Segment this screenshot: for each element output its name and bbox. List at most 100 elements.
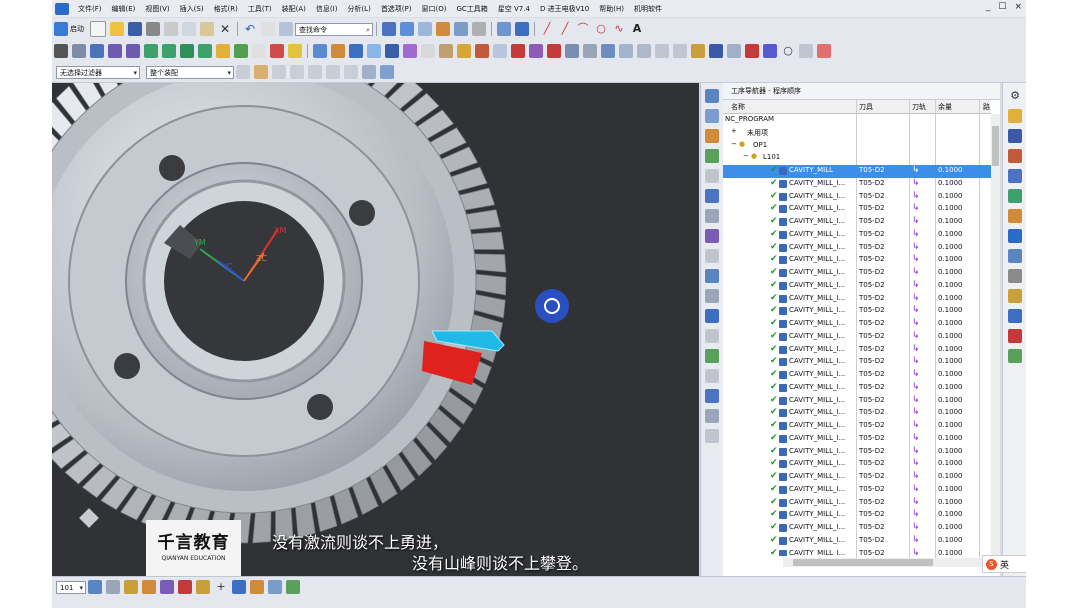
info-icon[interactable] <box>705 429 719 443</box>
unite-icon[interactable] <box>547 44 561 58</box>
operation-row[interactable]: ✔ CAVITY_MILL_I... T05-D2 ↳ 0.1000 <box>723 433 991 446</box>
column-stock[interactable]: 余量 <box>938 102 952 112</box>
info-object-icon[interactable] <box>268 580 282 594</box>
snap-point-icon[interactable] <box>290 65 304 79</box>
spline-icon[interactable]: ∿ <box>612 22 626 36</box>
tools-palette-icon[interactable] <box>1008 349 1022 363</box>
snap-end-icon[interactable] <box>308 65 322 79</box>
operation-row[interactable]: ✔ CAVITY_MILL_I... T05-D2 ↳ 0.1000 <box>723 331 991 344</box>
graphics-viewport[interactable]: XM YM YC ZC 没有激流则谈不上勇进， 没有山峰则谈不上攀登。 千言教育… <box>52 83 699 576</box>
reuse-library-icon[interactable] <box>1008 169 1022 183</box>
menu-item[interactable]: 工具(T) <box>243 4 277 14</box>
create-geometry-icon[interactable] <box>705 209 719 223</box>
arrow-left-icon[interactable] <box>108 44 122 58</box>
operation-row[interactable]: ✔ CAVITY_MILL_I... T05-D2 ↳ 0.1000 <box>723 344 991 357</box>
command-search-input[interactable]: 查找命令 ⌕ <box>295 22 373 36</box>
operation-row[interactable]: ✔ CAVITY_MILL_I... T05-D2 ↳ 0.1000 <box>723 293 991 306</box>
replace-face-icon[interactable] <box>619 44 633 58</box>
tool-icon[interactable] <box>349 44 363 58</box>
operation-row[interactable]: ✔ CAVITY_MILL_I... T05-D2 ↳ 0.1000 <box>723 522 991 535</box>
tree-node-root[interactable]: NC_PROGRAM <box>723 114 991 127</box>
tree-node-unused[interactable]: + 未用项 <box>723 127 991 140</box>
measure-distance-icon[interactable] <box>232 580 246 594</box>
section-icon[interactable] <box>196 580 210 594</box>
shrink-icon[interactable] <box>142 580 156 594</box>
mirror-icon[interactable] <box>493 44 507 58</box>
edit-object-icon[interactable] <box>705 369 719 383</box>
menu-item[interactable]: 窗口(O) <box>417 4 452 14</box>
menu-item[interactable]: GC工具箱 <box>451 4 492 14</box>
arc-icon[interactable]: ⌒ <box>576 22 590 36</box>
operation-row[interactable]: ✔ CAVITY_MILL_I... T05-D2 ↳ 0.1000 <box>723 382 991 395</box>
trim-body-icon[interactable] <box>511 44 525 58</box>
copy-object-icon[interactable] <box>705 389 719 403</box>
menu-item[interactable]: 编辑(E) <box>107 4 141 14</box>
blend-icon[interactable] <box>403 44 417 58</box>
wcs-orient-icon[interactable] <box>497 22 511 36</box>
measure-body-icon[interactable] <box>250 580 264 594</box>
operation-row[interactable]: ✔ CAVITY_MILL_I... T05-D2 ↳ 0.1000 <box>723 356 991 369</box>
image-icon[interactable] <box>817 44 831 58</box>
turbine-wheel-model[interactable]: XM YM YC ZC <box>52 83 699 576</box>
sketch-icon[interactable] <box>727 44 741 58</box>
shell-icon[interactable] <box>421 44 435 58</box>
menu-item[interactable]: 机明软件 <box>629 4 667 14</box>
sheet-body-icon[interactable] <box>106 580 120 594</box>
box-icon[interactable] <box>216 44 230 58</box>
move-left-icon[interactable] <box>144 44 158 58</box>
move-right-icon[interactable] <box>162 44 176 58</box>
program-view-icon[interactable] <box>705 89 719 103</box>
ring-icon[interactable]: ○ <box>781 44 795 58</box>
column-tool[interactable]: 刀具 <box>859 102 873 112</box>
geometry-view-icon[interactable] <box>705 129 719 143</box>
operation-row[interactable]: ✔ CAVITY_MILL_I... T05-D2 ↳ 0.1000 <box>723 254 991 267</box>
history-icon[interactable] <box>1008 229 1022 243</box>
postprocess-icon[interactable] <box>705 309 719 323</box>
close-button[interactable]: × <box>1014 2 1022 12</box>
operation-row[interactable]: ✔ CAVITY_MILL_I... T05-D2 ↳ 0.1000 <box>723 395 991 408</box>
operation-row[interactable]: ✔ CAVITY_MILL_I... T05-D2 ↳ 0.1000 <box>723 407 991 420</box>
extrude-icon[interactable] <box>90 44 104 58</box>
body-icon[interactable] <box>88 580 102 594</box>
start-label[interactable]: 启动 <box>70 24 84 34</box>
operation-row[interactable]: ✔ CAVITY_MILL_I... T05-D2 ↳ 0.1000 <box>723 216 991 229</box>
generate-toolpath-icon[interactable] <box>705 249 719 263</box>
menu-item[interactable]: 首选项(P) <box>376 4 417 14</box>
palette-icon[interactable] <box>1008 329 1022 343</box>
operation-row[interactable]: ✔ CAVITY_MILL_I... T05-D2 ↳ 0.1000 <box>723 484 991 497</box>
expand-icon[interactable]: + <box>731 127 737 135</box>
save-icon[interactable] <box>128 22 142 36</box>
circle-icon[interactable]: ○ <box>594 22 608 36</box>
green-box-icon[interactable] <box>234 44 248 58</box>
layer-icon[interactable] <box>362 65 376 79</box>
subtract-icon[interactable] <box>565 44 579 58</box>
dimension-icon[interactable] <box>178 580 192 594</box>
navigator-horizontal-scrollbar[interactable] <box>783 558 991 567</box>
repeat-command-icon[interactable] <box>279 22 293 36</box>
assembly-scope-select[interactable]: 整个装配 ▾ <box>146 65 234 79</box>
minimize-button[interactable]: _ <box>986 2 991 12</box>
tool-list-icon[interactable] <box>705 349 719 363</box>
paste-icon[interactable] <box>200 22 214 36</box>
red-sq-icon[interactable] <box>745 44 759 58</box>
menu-item[interactable]: 帮助(H) <box>594 4 629 14</box>
operation-row[interactable]: ✔ CAVITY_MILL_I... T05-D2 ↳ 0.1000 <box>723 497 991 510</box>
ime-indicator[interactable]: S英 <box>982 555 1026 573</box>
tool-view-icon[interactable] <box>705 109 719 123</box>
operation-row[interactable]: ✔ CAVITY_MILL_I... T05-D2 ↳ 0.1000 <box>723 203 991 216</box>
fit-view-icon[interactable] <box>400 22 414 36</box>
display-icon[interactable] <box>380 65 394 79</box>
create-tool-icon[interactable] <box>705 189 719 203</box>
zoom-select[interactable]: 101 ▾ <box>56 580 86 594</box>
view-rotate-point[interactable] <box>535 289 569 323</box>
create-program-icon[interactable] <box>705 169 719 183</box>
menu-item[interactable]: 分析(L) <box>342 4 375 14</box>
cut-icon[interactable] <box>164 22 178 36</box>
undo-icon[interactable]: ↶ <box>243 22 257 36</box>
edge-display-icon[interactable] <box>436 22 450 36</box>
view-orient-icon[interactable] <box>382 22 396 36</box>
datum-icon[interactable] <box>691 44 705 58</box>
print-icon[interactable] <box>146 22 160 36</box>
operation-row[interactable]: ✔ CAVITY_MILL_I... T05-D2 ↳ 0.1000 <box>723 548 991 556</box>
menu-item[interactable]: D 进王电极V10 <box>535 4 594 14</box>
